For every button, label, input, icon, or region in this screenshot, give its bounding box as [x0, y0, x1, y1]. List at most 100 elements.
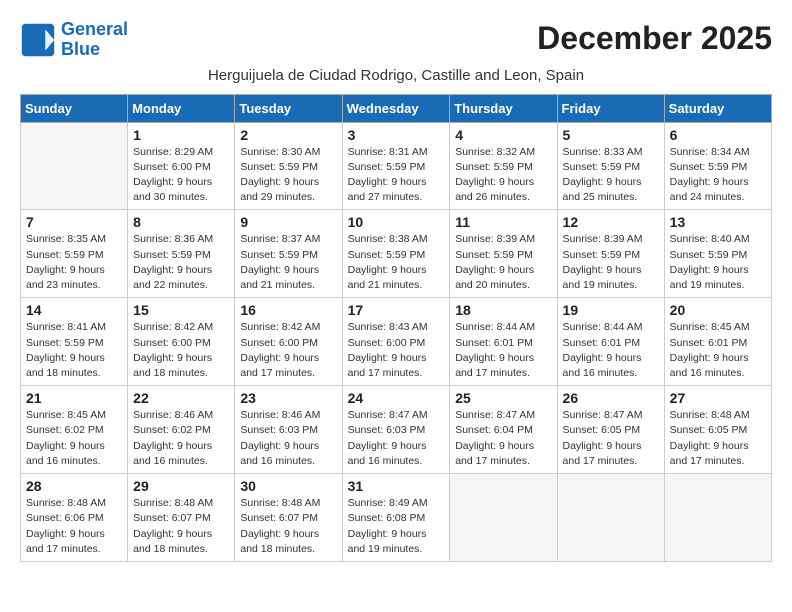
day-info: Sunrise: 8:49 AMSunset: 6:08 PMDaylight:… [348, 496, 445, 557]
calendar-cell: 20 Sunrise: 8:45 AMSunset: 6:01 PMDayligh… [664, 298, 771, 386]
calendar-cell: 11 Sunrise: 8:39 AMSunset: 5:59 PMDayligh… [450, 210, 557, 298]
calendar-cell: 1 Sunrise: 8:29 AMSunset: 6:00 PMDaylight… [128, 122, 235, 210]
day-number: 29 [133, 478, 229, 494]
day-number: 13 [670, 214, 766, 230]
weekday-header-tuesday: Tuesday [235, 94, 342, 122]
weekday-header-sunday: Sunday [21, 94, 128, 122]
calendar-cell: 4 Sunrise: 8:32 AMSunset: 5:59 PMDaylight… [450, 122, 557, 210]
day-number: 5 [563, 127, 659, 143]
day-number: 10 [348, 214, 445, 230]
day-number: 20 [670, 302, 766, 318]
calendar-cell: 2 Sunrise: 8:30 AMSunset: 5:59 PMDaylight… [235, 122, 342, 210]
day-number: 4 [455, 127, 551, 143]
logo-line2: Blue [61, 40, 128, 60]
day-number: 12 [563, 214, 659, 230]
day-number: 15 [133, 302, 229, 318]
day-info: Sunrise: 8:40 AMSunset: 5:59 PMDaylight:… [670, 232, 766, 293]
calendar-cell: 30Sunrise: 8:48 AMSunset: 6:07 PMDayligh… [235, 474, 342, 562]
calendar-cell: 22 Sunrise: 8:46 AMSunset: 6:02 PMDayligh… [128, 386, 235, 474]
day-info: Sunrise: 8:46 AMSunset: 6:02 PMDaylight:… [133, 408, 229, 469]
day-info: Sunrise: 8:39 AMSunset: 5:59 PMDaylight:… [455, 232, 551, 293]
day-number: 27 [670, 390, 766, 406]
day-info: Sunrise: 8:47 AMSunset: 6:05 PMDaylight:… [563, 408, 659, 469]
day-number: 22 [133, 390, 229, 406]
day-info: Sunrise: 8:39 AMSunset: 5:59 PMDaylight:… [563, 232, 659, 293]
day-number: 1 [133, 127, 229, 143]
day-number: 16 [240, 302, 336, 318]
general-blue-icon [20, 22, 56, 58]
day-number: 28 [26, 478, 122, 494]
calendar-cell [450, 474, 557, 562]
calendar-cell: 26 Sunrise: 8:47 AMSunset: 6:05 PMDayligh… [557, 386, 664, 474]
day-number: 23 [240, 390, 336, 406]
calendar-cell: 18 Sunrise: 8:44 AMSunset: 6:01 PMDayligh… [450, 298, 557, 386]
day-info: Sunrise: 8:31 AMSunset: 5:59 PMDaylight:… [348, 145, 445, 206]
calendar-cell: 8 Sunrise: 8:36 AMSunset: 5:59 PMDaylight… [128, 210, 235, 298]
day-info: Sunrise: 8:35 AMSunset: 5:59 PMDaylight:… [26, 232, 122, 293]
day-number: 6 [670, 127, 766, 143]
calendar-cell: 12 Sunrise: 8:39 AMSunset: 5:59 PMDayligh… [557, 210, 664, 298]
day-info: Sunrise: 8:38 AMSunset: 5:59 PMDaylight:… [348, 232, 445, 293]
day-info: Sunrise: 8:46 AMSunset: 6:03 PMDaylight:… [240, 408, 336, 469]
calendar-week-4: 21 Sunrise: 8:45 AMSunset: 6:02 PMDayligh… [21, 386, 772, 474]
day-info: Sunrise: 8:30 AMSunset: 5:59 PMDaylight:… [240, 145, 336, 206]
day-info: Sunrise: 8:36 AMSunset: 5:59 PMDaylight:… [133, 232, 229, 293]
calendar-cell: 31 Sunrise: 8:49 AMSunset: 6:08 PMDayligh… [342, 474, 450, 562]
day-info: Sunrise: 8:44 AMSunset: 6:01 PMDaylight:… [455, 320, 551, 381]
day-number: 25 [455, 390, 551, 406]
day-info: Sunrise: 8:42 AMSunset: 6:00 PMDaylight:… [133, 320, 229, 381]
location-title: Herguijuela de Ciudad Rodrigo, Castille … [20, 67, 772, 84]
calendar-cell [21, 122, 128, 210]
calendar-cell: 15 Sunrise: 8:42 AMSunset: 6:00 PMDayligh… [128, 298, 235, 386]
calendar-cell [664, 474, 771, 562]
day-number: 2 [240, 127, 336, 143]
day-info: Sunrise: 8:29 AMSunset: 6:00 PMDaylight:… [133, 145, 229, 206]
day-number: 31 [348, 478, 445, 494]
day-number: 14 [26, 302, 122, 318]
day-info: Sunrise: 8:45 AMSunset: 6:01 PMDaylight:… [670, 320, 766, 381]
weekday-header-thursday: Thursday [450, 94, 557, 122]
day-info: Sunrise: 8:41 AMSunset: 5:59 PMDaylight:… [26, 320, 122, 381]
day-number: 21 [26, 390, 122, 406]
calendar-cell: 7 Sunrise: 8:35 AMSunset: 5:59 PMDaylight… [21, 210, 128, 298]
day-info: Sunrise: 8:33 AMSunset: 5:59 PMDaylight:… [563, 145, 659, 206]
day-info: Sunrise: 8:37 AMSunset: 5:59 PMDaylight:… [240, 232, 336, 293]
day-info: Sunrise: 8:47 AMSunset: 6:04 PMDaylight:… [455, 408, 551, 469]
calendar-cell: 24Sunrise: 8:47 AMSunset: 6:03 PMDayligh… [342, 386, 450, 474]
calendar-cell: 25 Sunrise: 8:47 AMSunset: 6:04 PMDayligh… [450, 386, 557, 474]
calendar-cell: 17Sunrise: 8:43 AMSunset: 6:00 PMDayligh… [342, 298, 450, 386]
calendar-cell: 23 Sunrise: 8:46 AMSunset: 6:03 PMDayligh… [235, 386, 342, 474]
day-number: 3 [348, 127, 445, 143]
calendar-cell: 9 Sunrise: 8:37 AMSunset: 5:59 PMDaylight… [235, 210, 342, 298]
day-number: 30 [240, 478, 336, 494]
month-title: December 2025 [537, 20, 772, 57]
calendar-cell: 16 Sunrise: 8:42 AMSunset: 6:00 PMDayligh… [235, 298, 342, 386]
day-number: 18 [455, 302, 551, 318]
day-info: Sunrise: 8:44 AMSunset: 6:01 PMDaylight:… [563, 320, 659, 381]
day-number: 24 [348, 390, 445, 406]
day-info: Sunrise: 8:32 AMSunset: 5:59 PMDaylight:… [455, 145, 551, 206]
day-number: 8 [133, 214, 229, 230]
day-info: Sunrise: 8:48 AMSunset: 6:05 PMDaylight:… [670, 408, 766, 469]
calendar-cell: 6Sunrise: 8:34 AMSunset: 5:59 PMDaylight… [664, 122, 771, 210]
day-info: Sunrise: 8:42 AMSunset: 6:00 PMDaylight:… [240, 320, 336, 381]
day-number: 19 [563, 302, 659, 318]
calendar-cell: 10 Sunrise: 8:38 AMSunset: 5:59 PMDayligh… [342, 210, 450, 298]
calendar-table: SundayMondayTuesdayWednesdayThursdayFrid… [20, 94, 772, 562]
calendar-cell: 5 Sunrise: 8:33 AMSunset: 5:59 PMDaylight… [557, 122, 664, 210]
day-number: 26 [563, 390, 659, 406]
calendar-cell: 14 Sunrise: 8:41 AMSunset: 5:59 PMDayligh… [21, 298, 128, 386]
logo: General Blue [20, 20, 128, 60]
calendar-week-1: 1 Sunrise: 8:29 AMSunset: 6:00 PMDaylight… [21, 122, 772, 210]
day-number: 11 [455, 214, 551, 230]
calendar-cell: 28 Sunrise: 8:48 AMSunset: 6:06 PMDayligh… [21, 474, 128, 562]
calendar-week-2: 7 Sunrise: 8:35 AMSunset: 5:59 PMDaylight… [21, 210, 772, 298]
day-info: Sunrise: 8:45 AMSunset: 6:02 PMDaylight:… [26, 408, 122, 469]
weekday-header-monday: Monday [128, 94, 235, 122]
day-number: 9 [240, 214, 336, 230]
day-number: 7 [26, 214, 122, 230]
logo-line1: General [61, 20, 128, 40]
calendar-cell: 29 Sunrise: 8:48 AMSunset: 6:07 PMDayligh… [128, 474, 235, 562]
day-info: Sunrise: 8:48 AMSunset: 6:06 PMDaylight:… [26, 496, 122, 557]
day-info: Sunrise: 8:48 AMSunset: 6:07 PMDaylight:… [133, 496, 229, 557]
